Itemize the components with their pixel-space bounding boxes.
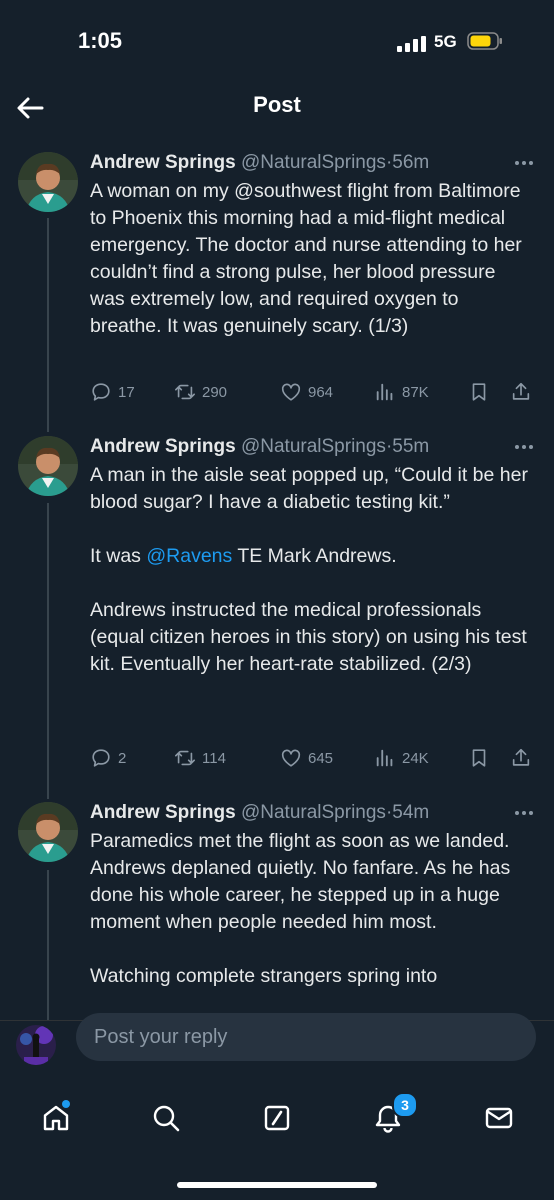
tweet-header: Andrew Springs @NaturalSprings·54m: [90, 802, 536, 830]
tab-notifications[interactable]: 3: [368, 1092, 418, 1138]
avatar[interactable]: [18, 802, 78, 862]
tweet[interactable]: Andrew Springs @NaturalSprings·54m Param…: [0, 802, 554, 1020]
like-count: 964: [308, 383, 334, 401]
author-name[interactable]: Andrew Springs: [90, 152, 236, 173]
tab-grok[interactable]: [257, 1098, 297, 1138]
home-indicator: [177, 1182, 377, 1188]
user-avatar[interactable]: [16, 1025, 56, 1065]
page-title: Post: [253, 92, 301, 117]
views-count: 24K: [402, 749, 429, 767]
tweet-header: Andrew Springs @NaturalSprings·56m: [90, 152, 536, 180]
more-icon[interactable]: [514, 158, 534, 168]
tweet-text: Paramedics met the flight as soon as we …: [90, 830, 511, 987]
reply-composer: [0, 1013, 554, 1083]
views-button[interactable]: 24K: [374, 744, 429, 772]
heart-icon: [281, 749, 301, 767]
search-icon: [153, 1105, 180, 1132]
notification-badge: 3: [392, 1092, 418, 1118]
reply-button[interactable]: 2: [90, 744, 126, 772]
reply-count: 2: [118, 749, 127, 767]
author-name[interactable]: Andrew Springs: [90, 436, 236, 457]
mention-link[interactable]: @Ravens: [146, 545, 232, 567]
grok-icon: [264, 1105, 290, 1131]
heart-icon: [281, 383, 301, 401]
tweet[interactable]: Andrew Springs @NaturalSprings·56m A wom…: [0, 152, 554, 422]
post-header: Post: [0, 80, 554, 136]
bookmark-icon: [472, 749, 486, 767]
views-icon: [376, 749, 393, 767]
reply-button[interactable]: 17: [90, 378, 135, 406]
status-time: 1:05: [78, 28, 123, 53]
author-handle[interactable]: @NaturalSprings: [241, 436, 386, 457]
author-name[interactable]: Andrew Springs: [90, 802, 236, 823]
like-button[interactable]: 645: [280, 744, 333, 772]
author-handle[interactable]: @NaturalSprings: [241, 802, 386, 823]
tweet-text: A woman on my @southwest flight from Bal…: [90, 180, 522, 337]
repost-count: 114: [202, 749, 226, 767]
signal-icon: [397, 36, 426, 52]
tweet-actions: 2 114 645 24K: [90, 744, 536, 772]
more-icon[interactable]: [514, 442, 534, 452]
views-button[interactable]: 87K: [374, 378, 429, 406]
repost-button[interactable]: 290: [174, 378, 227, 406]
envelope-icon: [485, 1107, 513, 1129]
avatar[interactable]: [18, 436, 78, 496]
tab-messages[interactable]: [479, 1098, 519, 1138]
repost-count: 290: [202, 383, 228, 401]
tweet-text: A man in the aisle seat popped up, “Coul…: [90, 464, 528, 675]
share-button[interactable]: [510, 744, 532, 772]
bookmark-icon: [472, 383, 486, 401]
reply-count: 17: [118, 383, 135, 401]
reply-input[interactable]: [76, 1013, 536, 1061]
tweet-actions: 17 290 964 87K: [90, 378, 536, 406]
battery-icon: [467, 32, 502, 50]
reply-icon: [92, 749, 110, 767]
network-label: 5G: [434, 32, 457, 51]
like-button[interactable]: 964: [280, 378, 333, 406]
post-time: 56m: [392, 152, 430, 173]
share-icon: [512, 382, 530, 400]
tweet[interactable]: Andrew Springs @NaturalSprings·55m A man…: [0, 436, 554, 786]
bookmark-button[interactable]: [468, 744, 490, 772]
bottom-tab-bar: 3: [0, 1082, 554, 1200]
share-button[interactable]: [510, 378, 532, 406]
like-count: 645: [308, 749, 334, 767]
post-time: 55m: [392, 436, 430, 457]
share-icon: [512, 748, 530, 766]
views-count: 87K: [402, 383, 429, 401]
tab-search[interactable]: [146, 1098, 186, 1138]
tab-home[interactable]: [36, 1098, 76, 1138]
repost-button[interactable]: 114: [174, 744, 226, 772]
bookmark-button[interactable]: [468, 378, 490, 406]
reply-icon: [92, 383, 110, 401]
more-icon[interactable]: [514, 808, 534, 818]
status-bar: 1:05 5G: [0, 0, 554, 80]
repost-icon: [175, 384, 195, 400]
unread-dot: [62, 1100, 70, 1108]
tweet-header: Andrew Springs @NaturalSprings·55m: [90, 436, 536, 464]
views-icon: [376, 383, 393, 401]
repost-icon: [175, 750, 195, 766]
author-handle[interactable]: @NaturalSprings: [241, 152, 386, 173]
avatar[interactable]: [18, 152, 78, 212]
post-time: 54m: [392, 802, 430, 823]
